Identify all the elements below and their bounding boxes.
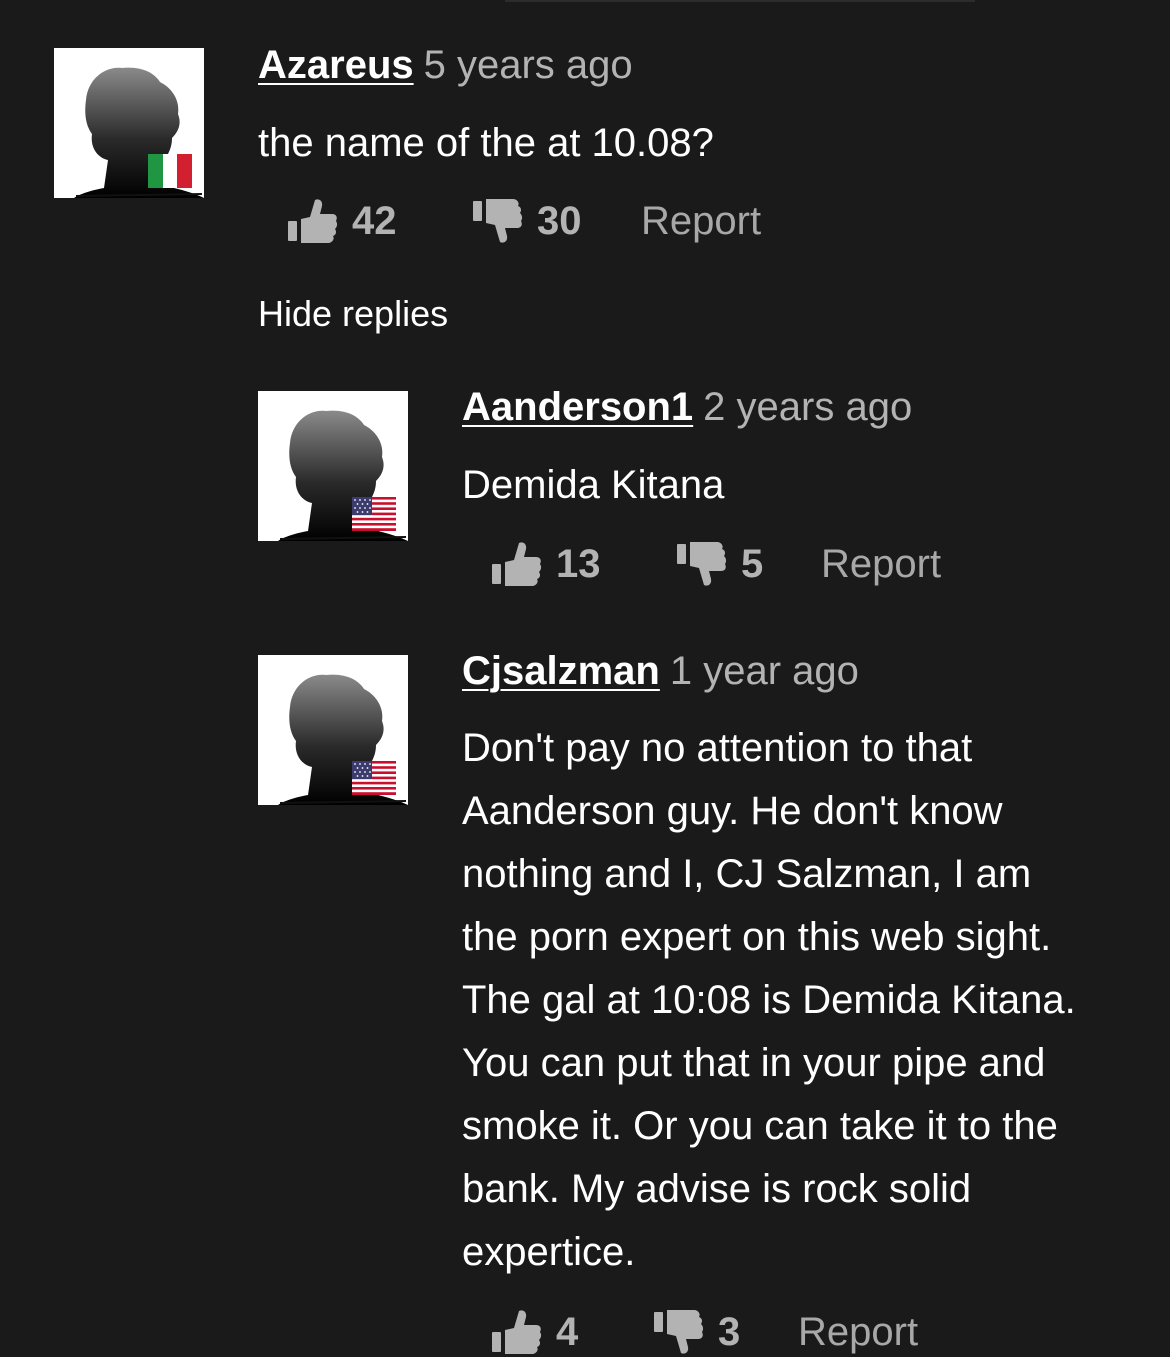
like-count: 42 [352,198,397,243]
comment-actions: 42 30 Report [288,196,888,246]
comment-time: 5 years ago [423,43,633,87]
thumbs-up-icon [288,199,338,243]
comment-header: Azareus 5 years ago [258,42,633,88]
username-link[interactable]: Azareus [258,43,414,87]
like-count: 13 [556,541,601,586]
username-link[interactable]: Aanderson1 [462,385,693,429]
like-count: 4 [556,1309,579,1354]
thumbs-up-icon [492,542,542,586]
comment-actions: 4 3 Report [492,1307,972,1357]
comment-text: Demida Kitana [462,463,725,507]
username-link[interactable]: Cjsalzman [462,649,660,693]
usa-flag-icon [352,761,396,795]
thumbs-down-icon [654,1310,704,1354]
report-button[interactable]: Report [798,1307,918,1357]
comment-header: Aanderson1 2 years ago [462,384,912,430]
comment-header: Cjsalzman 1 year ago [462,648,859,694]
thumbs-down-icon [473,199,523,243]
hide-replies-link[interactable]: Hide replies [258,292,448,336]
dislike-button[interactable]: 5 [677,539,763,589]
avatar[interactable] [258,391,408,541]
dislike-button[interactable]: 30 [473,196,582,246]
like-button[interactable]: 4 [492,1307,578,1357]
top-divider [505,0,975,2]
report-button[interactable]: Report [641,196,761,246]
italy-flag-icon [148,154,192,188]
comment-text: Don't pay no attention to that Aanderson… [462,726,1076,1274]
comment-time: 2 years ago [703,385,913,429]
avatar[interactable] [258,655,408,805]
dislike-count: 30 [537,198,582,243]
like-button[interactable]: 42 [288,196,397,246]
thumbs-up-icon [492,1310,542,1354]
thumbs-down-icon [677,542,727,586]
avatar[interactable] [54,48,204,198]
like-button[interactable]: 13 [492,539,601,589]
usa-flag-icon [352,497,396,531]
dislike-count: 3 [718,1309,741,1354]
dislike-count: 5 [741,541,764,586]
comment-time: 1 year ago [669,649,859,693]
comment-text: the name of the at 10.08? [258,121,714,165]
comment-actions: 13 5 Report [492,539,1012,589]
dislike-button[interactable]: 3 [654,1307,740,1357]
report-button[interactable]: Report [821,539,941,589]
